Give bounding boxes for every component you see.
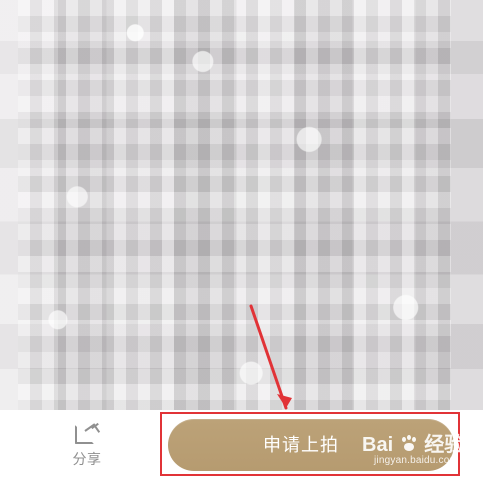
- watermark-prefix: Bai: [362, 434, 394, 456]
- apply-auction-label: 申请上拍: [263, 435, 339, 455]
- baidu-jingyan-watermark: Bai 经验 jingyan.baidu.com: [362, 428, 470, 470]
- share-label: 分享: [72, 451, 102, 467]
- watermark-suffix: 经验: [424, 434, 465, 456]
- paw-icon: [400, 435, 418, 453]
- share-icon: [75, 420, 101, 444]
- share-button[interactable]: 分享: [67, 416, 107, 468]
- pixelated-content-area: [0, 0, 483, 410]
- watermark-url: jingyan.baidu.com: [374, 455, 459, 466]
- watermark-brand: Bai 经验: [362, 428, 464, 457]
